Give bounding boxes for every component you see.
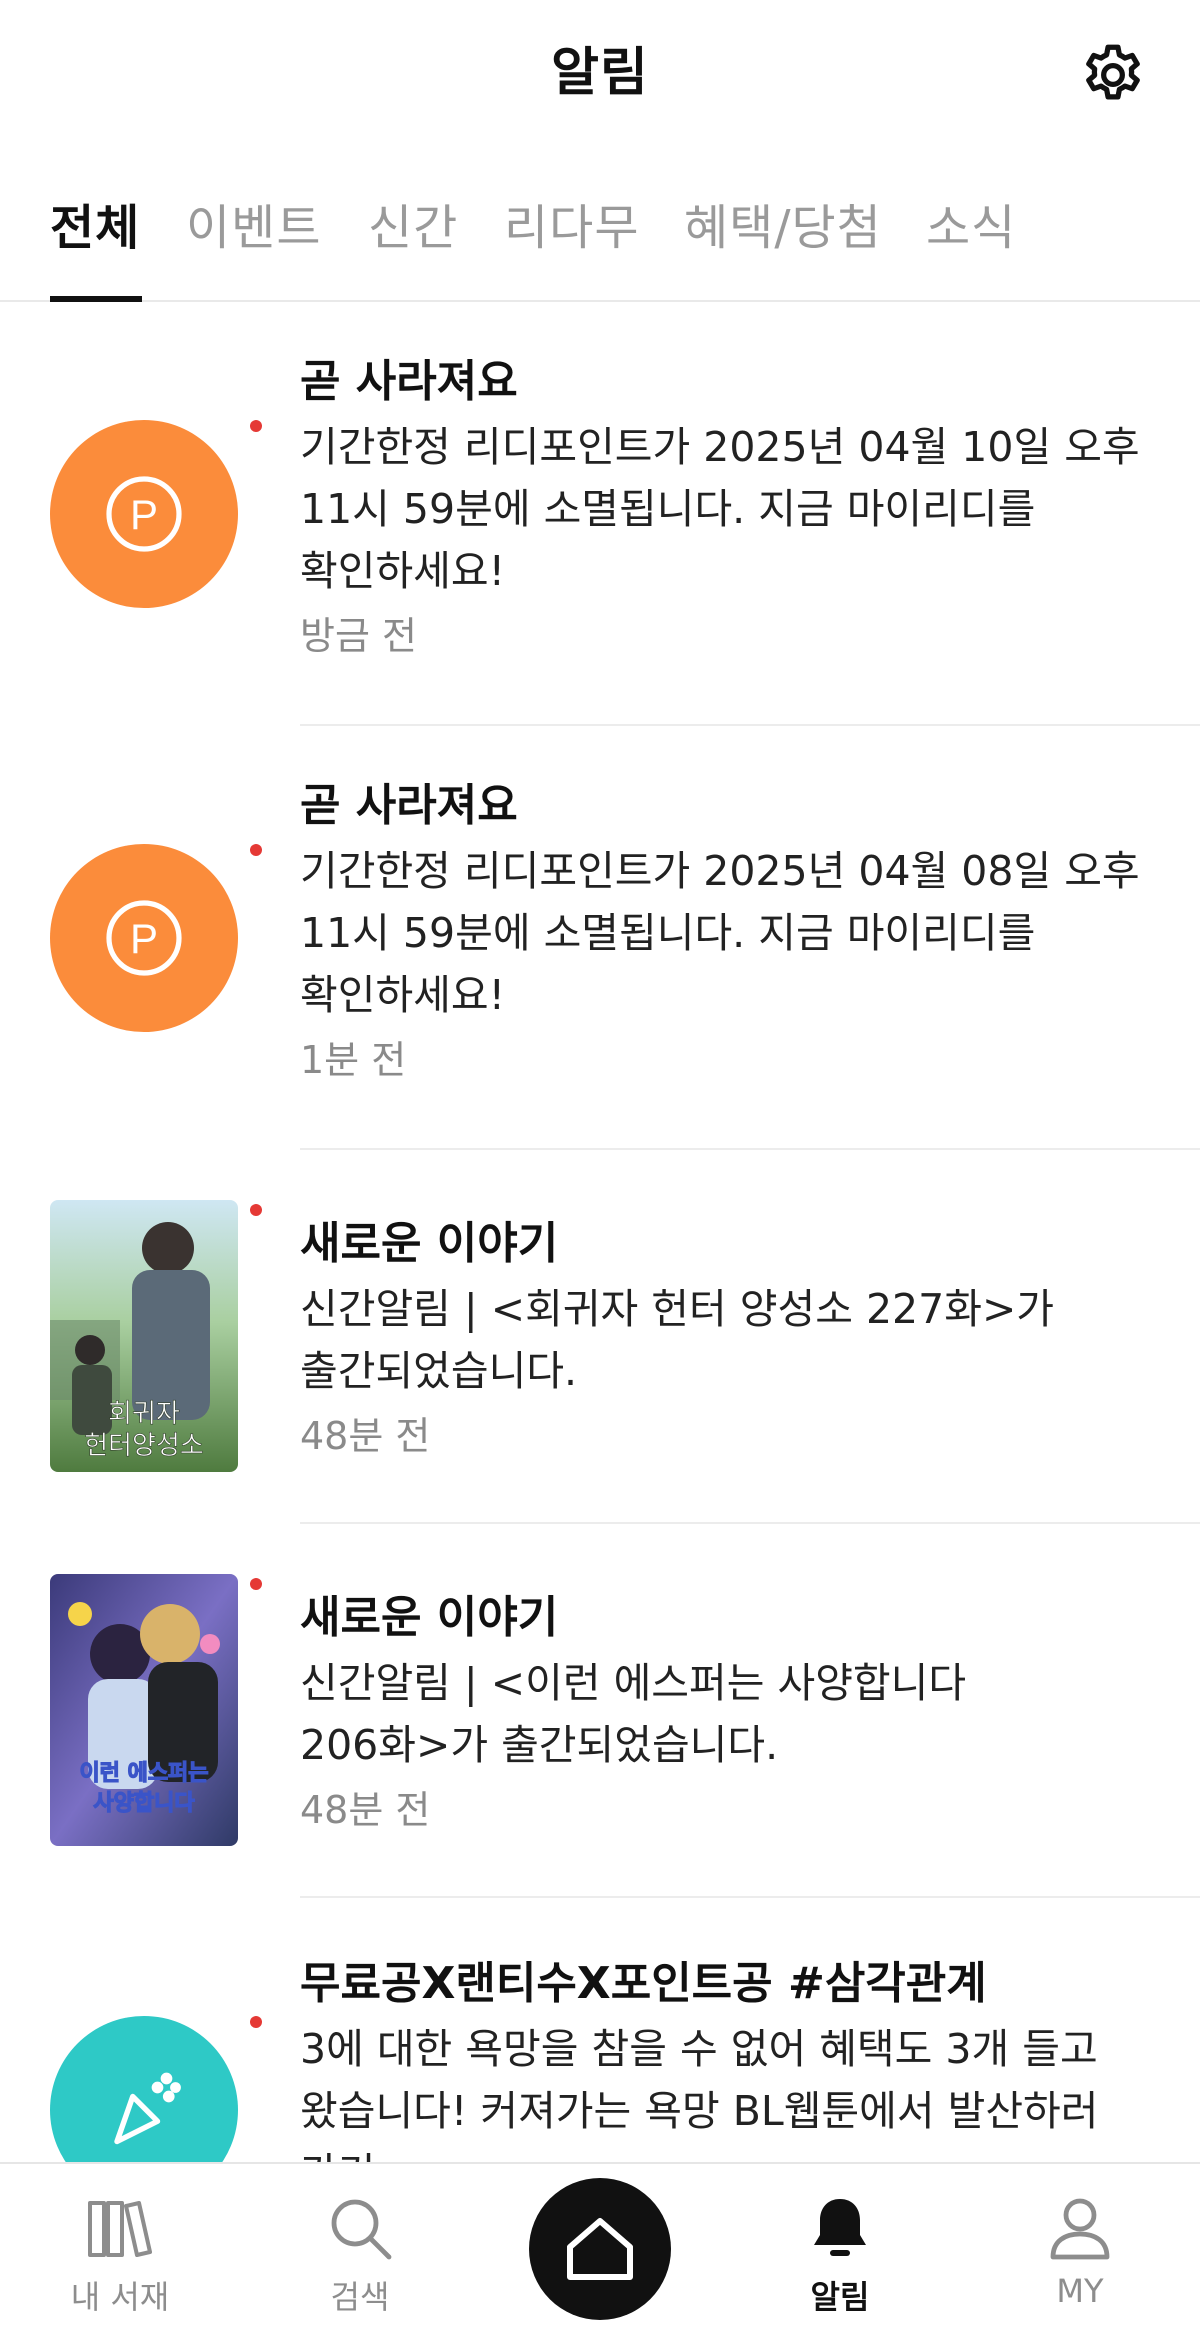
nav-my[interactable]: MY [1000, 2164, 1160, 2340]
svg-text:P: P [130, 491, 158, 538]
svg-text:헌터양성소: 헌터양성소 [84, 1431, 204, 1461]
notification-list: P 곧 사라져요 기간한정 리디포인트가 2025년 04월 10일 오후 11… [0, 302, 1200, 2162]
notification-item[interactable]: 이런 에스퍼는 사양합니다 새로운 이야기 신간알림 | <이런 에스퍼는 사양… [0, 1524, 1200, 1898]
tab-ridamu[interactable]: 리다무 [504, 188, 639, 258]
point-icon: P [106, 900, 182, 976]
tab-news[interactable]: 소식 [926, 188, 1016, 258]
notification-body: 3에 대한 욕망을 참을 수 없어 혜택도 3개 들고 왔습니다! 커져가는 욕… [300, 2025, 1099, 2162]
point-icon: P [106, 476, 182, 552]
library-icon [88, 2201, 152, 2257]
nav-home[interactable] [529, 2178, 671, 2320]
notification-body: 기간한정 리디포인트가 2025년 04월 08일 오후 11시 59분에 소멸… [300, 847, 1140, 1019]
nav-notifications[interactable]: 알림 [760, 2164, 920, 2340]
unread-dot [250, 844, 262, 856]
notification-body: 기간한정 리디포인트가 2025년 04월 10일 오후 11시 59분에 소멸… [300, 423, 1140, 595]
home-icon [567, 2218, 633, 2280]
bell-icon [814, 2199, 866, 2256]
header: 알림 [0, 0, 1200, 140]
notification-time: 방금 전 [300, 614, 417, 658]
notification-time: 1분 전 [300, 1038, 407, 1082]
nav-library[interactable]: 내 서재 [40, 2164, 200, 2340]
notification-item[interactable]: 회귀자 헌터양성소 새로운 이야기 신간알림 | <회귀자 헌터 양성소 227… [0, 1150, 1200, 1524]
page-title: 알림 [551, 43, 649, 103]
point-thumbnail: P [50, 844, 238, 1032]
book-cover: 이런 에스퍼는 사양합니다 [50, 1574, 238, 1846]
svg-text:사양합니다: 사양합니다 [93, 1790, 195, 1816]
event-thumbnail [50, 2016, 238, 2162]
notification-time: 48분 전 [300, 1414, 431, 1458]
tab-benefit[interactable]: 혜택/당첨 [684, 188, 882, 258]
gear-icon [1086, 44, 1140, 100]
notification-item[interactable]: 무료공X랜티수X포인트공 #삼각관계 3에 대한 욕망을 참을 수 없어 혜택도… [0, 1898, 1200, 2162]
search-icon [331, 2199, 392, 2260]
notification-title: 새로운 이야기 [300, 1592, 559, 1643]
tab-event[interactable]: 이벤트 [186, 188, 321, 258]
unread-dot [250, 1204, 262, 1216]
unread-dot [250, 1578, 262, 1590]
person-icon [1050, 2198, 1110, 2260]
notification-body: 신간알림 | <회귀자 헌터 양성소 227화>가 출간되었습니다. [300, 1285, 1055, 1395]
svg-text:회귀자: 회귀자 [108, 1399, 180, 1429]
tab-bar: 전체 이벤트 신간 리다무 혜택/당첨 소식 [0, 180, 1200, 302]
notification-title: 무료공X랜티수X포인트공 #삼각관계 [300, 1958, 987, 2009]
notification-title: 곧 사라져요 [300, 356, 518, 407]
unread-dot [250, 420, 262, 432]
tab-new-release[interactable]: 신간 [368, 188, 458, 258]
svg-text:P: P [130, 915, 158, 962]
svg-text:이런 에스퍼는: 이런 에스퍼는 [79, 1761, 208, 1786]
notification-item[interactable]: P 곧 사라져요 기간한정 리디포인트가 2025년 04월 08일 오후 11… [0, 726, 1200, 1150]
notification-item[interactable]: P 곧 사라져요 기간한정 리디포인트가 2025년 04월 10일 오후 11… [0, 302, 1200, 726]
point-thumbnail: P [50, 420, 238, 608]
notification-time: 48분 전 [300, 1788, 431, 1832]
book-cover: 회귀자 헌터양성소 [50, 1200, 238, 1472]
nav-search[interactable]: 검색 [280, 2164, 440, 2340]
settings-button[interactable] [1076, 38, 1150, 112]
notification-title: 새로운 이야기 [300, 1218, 559, 1269]
party-popper-icon [114, 2072, 181, 2145]
tab-all[interactable]: 전체 [50, 188, 140, 258]
notification-body: 신간알림 | <이런 에스퍼는 사양합니다 206화>가 출간되었습니다. [300, 1659, 967, 1769]
bottom-nav: 내 서재 검색 알림 MY [0, 2162, 1200, 2340]
unread-dot [250, 2016, 262, 2028]
notification-title: 곧 사라져요 [300, 780, 518, 831]
